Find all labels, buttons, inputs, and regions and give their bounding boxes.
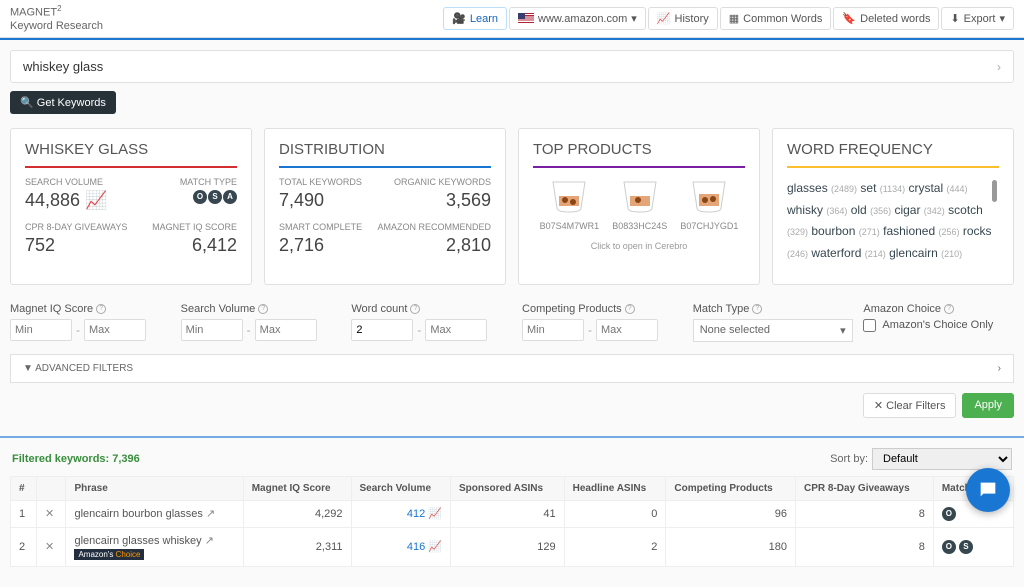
chat-icon: [977, 479, 999, 501]
chart-icon: 📈: [657, 12, 671, 25]
sv-trend-link[interactable]: 412 📈: [407, 508, 442, 520]
open-cerebro-link[interactable]: Click to open in Cerebro: [533, 241, 745, 251]
sort-select[interactable]: Default: [872, 448, 1012, 470]
phrase-cell[interactable]: glencairn glasses whiskey ↗Amazon's Choi…: [66, 527, 243, 566]
whiskey-glass-icon: [618, 178, 662, 214]
results-table: # Phrase Magnet IQ Score Search Volume S…: [10, 476, 1014, 567]
table-row: 2✕glencairn glasses whiskey ↗Amazon's Ch…: [11, 527, 1014, 566]
scrollbar[interactable]: [992, 180, 997, 202]
match-type-select[interactable]: None selected▾: [693, 319, 853, 342]
word-item[interactable]: crystal: [908, 181, 943, 195]
word-cloud: glasses (2489) set (1134) crystal (444) …: [787, 178, 999, 264]
amazons-choice-badge: Amazon's Choice: [74, 549, 144, 560]
site-dropdown[interactable]: www.amazon.com ▾: [509, 7, 646, 30]
us-flag-icon: [518, 13, 534, 24]
download-icon: ⬇: [950, 12, 959, 25]
help-icon[interactable]: ?: [625, 304, 635, 314]
amazon-choice-checkbox[interactable]: Amazon's Choice Only: [863, 319, 1014, 332]
iq-max-input[interactable]: [84, 319, 146, 341]
word-item[interactable]: fashioned: [883, 224, 935, 238]
sv-min-input[interactable]: [181, 319, 243, 341]
clear-filters-button[interactable]: ✕ Clear Filters: [863, 393, 957, 418]
learn-link[interactable]: 🎥Learn: [443, 7, 507, 30]
get-keywords-button[interactable]: 🔍 Get Keywords: [10, 91, 116, 114]
history-link[interactable]: 📈History: [648, 7, 718, 30]
table-row: 1✕glencairn bourbon glasses ↗4,292412 📈4…: [11, 500, 1014, 527]
product-item[interactable]: B07S4M7WR1: [540, 178, 600, 231]
card-title: TOP PRODUCTS: [533, 141, 745, 168]
word-item[interactable]: glasses: [787, 181, 828, 195]
iq-min-input[interactable]: [10, 319, 72, 341]
remove-row-icon[interactable]: ✕: [45, 541, 54, 553]
card-whiskey-glass: WHISKEY GLASS SEARCH VOLUME44,886 📈 MATC…: [10, 128, 252, 285]
phrase-cell[interactable]: glencairn bourbon glasses ↗: [66, 500, 243, 527]
search-input[interactable]: [23, 59, 903, 74]
word-item[interactable]: scotch: [948, 203, 983, 217]
top-nav: 🎥Learn www.amazon.com ▾ 📈History ▦Common…: [443, 7, 1014, 30]
advanced-filters-toggle[interactable]: ▼ ADVANCED FILTERS›: [10, 354, 1014, 383]
common-words-link[interactable]: ▦Common Words: [720, 7, 832, 30]
match-type-badges: OSA: [193, 190, 237, 204]
external-link-icon[interactable]: ↗: [205, 535, 214, 547]
card-distribution: DISTRIBUTION TOTAL KEYWORDS7,490 ORGANIC…: [264, 128, 506, 285]
card-top-products: TOP PRODUCTS B07S4M7WR1 B0833HC24S B07CH…: [518, 128, 760, 285]
chevron-down-icon: ▾: [631, 12, 637, 25]
word-item[interactable]: rocks: [963, 224, 992, 238]
chat-button[interactable]: [966, 468, 1010, 512]
video-icon: 🎥: [452, 12, 466, 25]
help-icon[interactable]: ?: [96, 304, 106, 314]
cp-min-input[interactable]: [522, 319, 584, 341]
trend-icon[interactable]: 📈: [85, 190, 107, 210]
external-link-icon[interactable]: ↗: [206, 508, 215, 520]
word-item[interactable]: bourbon: [811, 224, 855, 238]
card-word-frequency: WORD FREQUENCY glasses (2489) set (1134)…: [772, 128, 1014, 285]
filtered-count: Filtered keywords: 7,396: [12, 453, 140, 465]
search-bar: ›: [10, 50, 1014, 83]
word-item[interactable]: waterford: [811, 246, 861, 260]
cp-max-input[interactable]: [596, 319, 658, 341]
export-dropdown[interactable]: ⬇Export ▾: [941, 7, 1014, 30]
chevron-down-icon: ▾: [840, 324, 846, 337]
word-item[interactable]: set: [860, 181, 876, 195]
whiskey-glass-icon: [687, 178, 731, 214]
help-icon[interactable]: ?: [752, 304, 762, 314]
help-icon[interactable]: ?: [258, 304, 268, 314]
deleted-words-link[interactable]: 🔖Deleted words: [833, 7, 939, 30]
remove-row-icon[interactable]: ✕: [45, 508, 54, 520]
word-item[interactable]: whisky: [787, 203, 823, 217]
apply-button[interactable]: Apply: [962, 393, 1014, 418]
chevron-right-icon: ›: [998, 363, 1001, 374]
brand: MAGNET2 Keyword Research: [10, 4, 103, 33]
bookmark-icon: 🔖: [842, 12, 856, 25]
wc-min-input[interactable]: [351, 319, 413, 341]
search-expand-icon[interactable]: ›: [997, 60, 1001, 74]
grid-icon: ▦: [729, 12, 739, 25]
help-icon[interactable]: ?: [944, 304, 954, 314]
word-item[interactable]: glencairn: [889, 246, 938, 260]
help-icon[interactable]: ?: [410, 304, 420, 314]
whiskey-glass-icon: [547, 178, 591, 214]
word-item[interactable]: cigar: [894, 203, 920, 217]
card-title: WORD FREQUENCY: [787, 141, 999, 168]
wc-max-input[interactable]: [425, 319, 487, 341]
word-item[interactable]: old: [851, 203, 867, 217]
card-title: DISTRIBUTION: [279, 141, 491, 168]
product-item[interactable]: B07CHJYGD1: [680, 178, 738, 231]
product-item[interactable]: B0833HC24S: [612, 178, 667, 231]
sv-max-input[interactable]: [255, 319, 317, 341]
sv-trend-link[interactable]: 416 📈: [407, 541, 442, 553]
card-title: WHISKEY GLASS: [25, 141, 237, 168]
